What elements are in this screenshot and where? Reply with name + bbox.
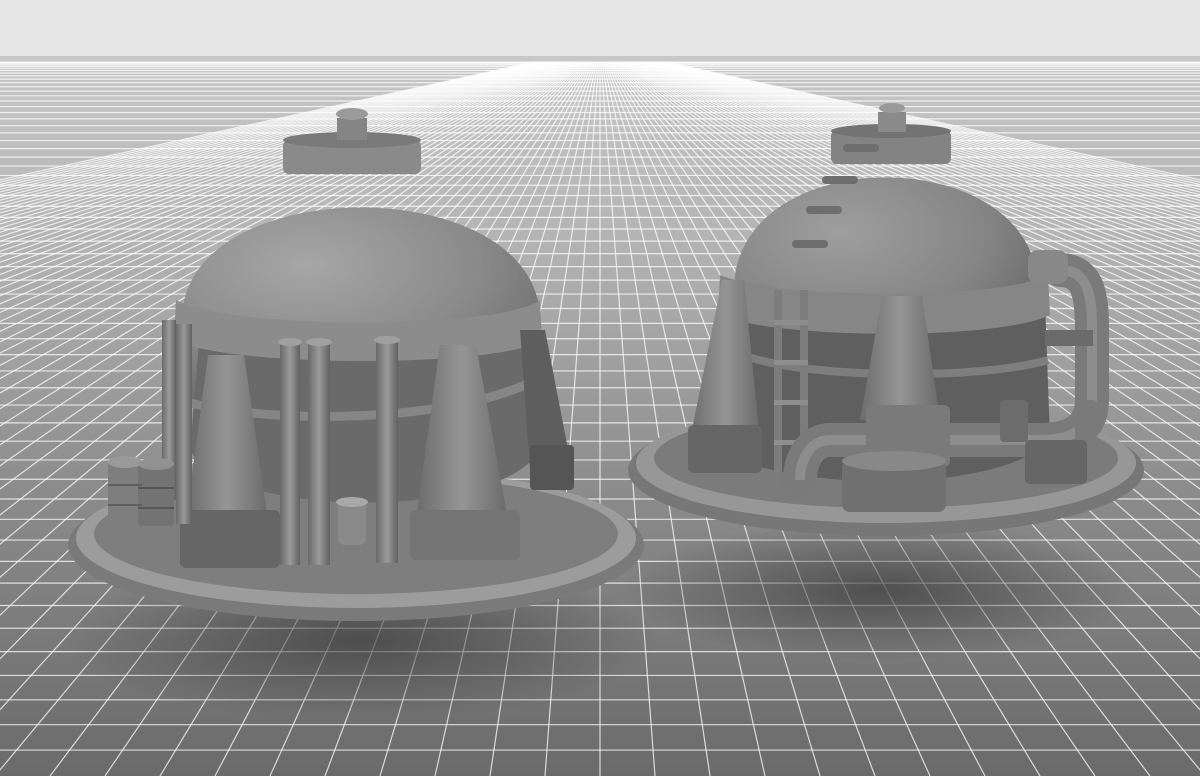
barrels xyxy=(108,456,174,526)
scene-canvas xyxy=(0,56,1200,776)
right-model-reflection xyxy=(620,520,1140,660)
render-viewport xyxy=(0,0,1200,776)
